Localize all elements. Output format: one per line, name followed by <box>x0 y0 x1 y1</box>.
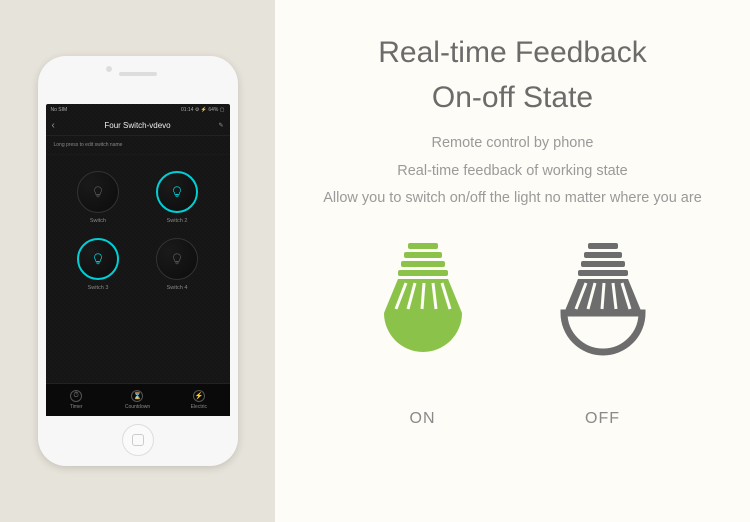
switch-ring <box>77 171 119 213</box>
tab-electric[interactable]: ⚡ Electric <box>168 390 229 410</box>
home-button[interactable] <box>122 424 154 456</box>
bulb-on-wrap: ON <box>368 241 478 428</box>
bulb-off-icon <box>548 241 658 396</box>
switch-2[interactable]: Switch 2 <box>143 171 212 224</box>
app-header: ‹ Four Switch-vdevo ✎ <box>46 116 230 136</box>
switch-3[interactable]: Switch 3 <box>64 238 133 291</box>
subtitle-block: Remote control by phone Real-time feedba… <box>300 130 725 213</box>
switch-grid: Switch Switch 2 Switch 3 Switch 4 <box>46 155 230 383</box>
switch-ring <box>156 238 198 280</box>
tab-bar: ⏱ Timer ⌛ Countdown ⚡ Electric <box>46 383 230 416</box>
status-left: No SIM <box>51 107 68 113</box>
bulb-icon <box>170 185 184 199</box>
switch-1[interactable]: Switch <box>64 171 133 224</box>
sub-line-3: Allow you to switch on/off the light no … <box>300 185 725 213</box>
bulb-icon <box>91 185 105 199</box>
tab-timer[interactable]: ⏱ Timer <box>46 390 107 410</box>
app-title: Four Switch-vdevo <box>104 121 170 130</box>
bulbs-row: ON OFF <box>300 241 725 428</box>
phone-mockup: No SIM 01:14 ⚙ ⚡ 64% ▢ ‹ Four Switch-vde… <box>38 56 238 466</box>
phone-screen: No SIM 01:14 ⚙ ⚡ 64% ▢ ‹ Four Switch-vde… <box>46 104 230 416</box>
left-panel: No SIM 01:14 ⚙ ⚡ 64% ▢ ‹ Four Switch-vde… <box>0 0 275 522</box>
timer-icon: ⏱ <box>70 390 82 402</box>
bulb-icon <box>170 252 184 266</box>
bulb-off-wrap: OFF <box>548 241 658 428</box>
switch-4[interactable]: Switch 4 <box>143 238 212 291</box>
electric-icon: ⚡ <box>193 390 205 402</box>
hint-text: Long press to edit switch name <box>46 136 230 155</box>
sub-line-1: Remote control by phone <box>300 130 725 158</box>
right-panel: Real-time Feedback On-off State Remote c… <box>275 0 750 522</box>
tab-label: Countdown <box>125 404 150 410</box>
on-label: ON <box>410 410 436 428</box>
switch-label: Switch 3 <box>88 285 109 291</box>
status-bar: No SIM 01:14 ⚙ ⚡ 64% ▢ <box>46 104 230 116</box>
off-label: OFF <box>585 410 620 428</box>
switch-ring <box>156 171 198 213</box>
headline-1: Real-time Feedback <box>300 30 725 75</box>
countdown-icon: ⌛ <box>131 390 143 402</box>
headline-2: On-off State <box>300 75 725 120</box>
sub-line-2: Real-time feedback of working state <box>300 158 725 186</box>
switch-ring <box>77 238 119 280</box>
tab-label: Timer <box>70 404 83 410</box>
back-icon[interactable]: ‹ <box>52 120 55 131</box>
bulb-on-icon <box>368 241 478 396</box>
status-right: 01:14 ⚙ ⚡ 64% ▢ <box>181 107 225 113</box>
bulb-icon <box>91 252 105 266</box>
switch-label: Switch <box>90 218 106 224</box>
tab-countdown[interactable]: ⌛ Countdown <box>107 390 168 410</box>
switch-label: Switch 2 <box>167 218 188 224</box>
switch-label: Switch 4 <box>167 285 188 291</box>
tab-label: Electric <box>191 404 207 410</box>
edit-icon[interactable]: ✎ <box>218 122 223 129</box>
